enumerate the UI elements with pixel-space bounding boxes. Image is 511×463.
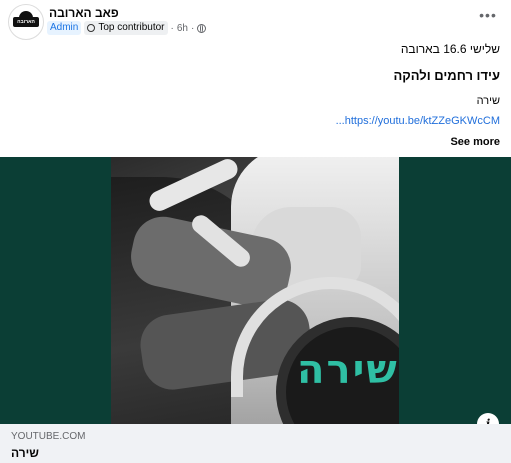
album-title-art: שירה xyxy=(297,347,399,393)
link-preview[interactable]: YOUTUBE.COM שירה xyxy=(0,424,511,463)
group-name[interactable]: פאב הארובה xyxy=(49,6,119,20)
see-more-button[interactable]: See more xyxy=(450,136,500,148)
post-meta: Admin Top contributor · 6h · xyxy=(47,21,207,35)
post-time[interactable]: 6h xyxy=(177,23,188,34)
post-date-line: שלישי 16.6 בארובה xyxy=(400,42,500,56)
globe-icon[interactable] xyxy=(197,23,207,33)
top-contributor-label: Top contributor xyxy=(98,22,165,33)
separator-dot: · xyxy=(170,22,174,34)
post-subtitle: שירה xyxy=(476,95,500,107)
top-contributor-badge[interactable]: Top contributor xyxy=(84,21,168,35)
group-logo: הארובה xyxy=(13,11,39,27)
album-art-image: שירה xyxy=(111,157,399,424)
post-link[interactable]: ...https://youtu.be/ktZZeGKWcCM xyxy=(336,115,500,127)
link-title[interactable]: שירה xyxy=(11,446,39,460)
separator-dot: · xyxy=(190,22,195,34)
more-options-button[interactable]: ••• xyxy=(478,8,498,24)
group-logo-text: הארובה xyxy=(17,19,35,25)
award-icon xyxy=(87,24,96,32)
post-card: הארובה פאב הארובה Admin Top contributor … xyxy=(0,0,511,463)
post-headline: עידו רחמים ולהקה xyxy=(393,68,500,83)
admin-badge[interactable]: Admin xyxy=(47,21,82,35)
link-domain: YOUTUBE.COM xyxy=(11,431,86,442)
group-avatar[interactable]: הארובה xyxy=(8,4,44,40)
link-media[interactable]: שירה i xyxy=(0,157,511,435)
